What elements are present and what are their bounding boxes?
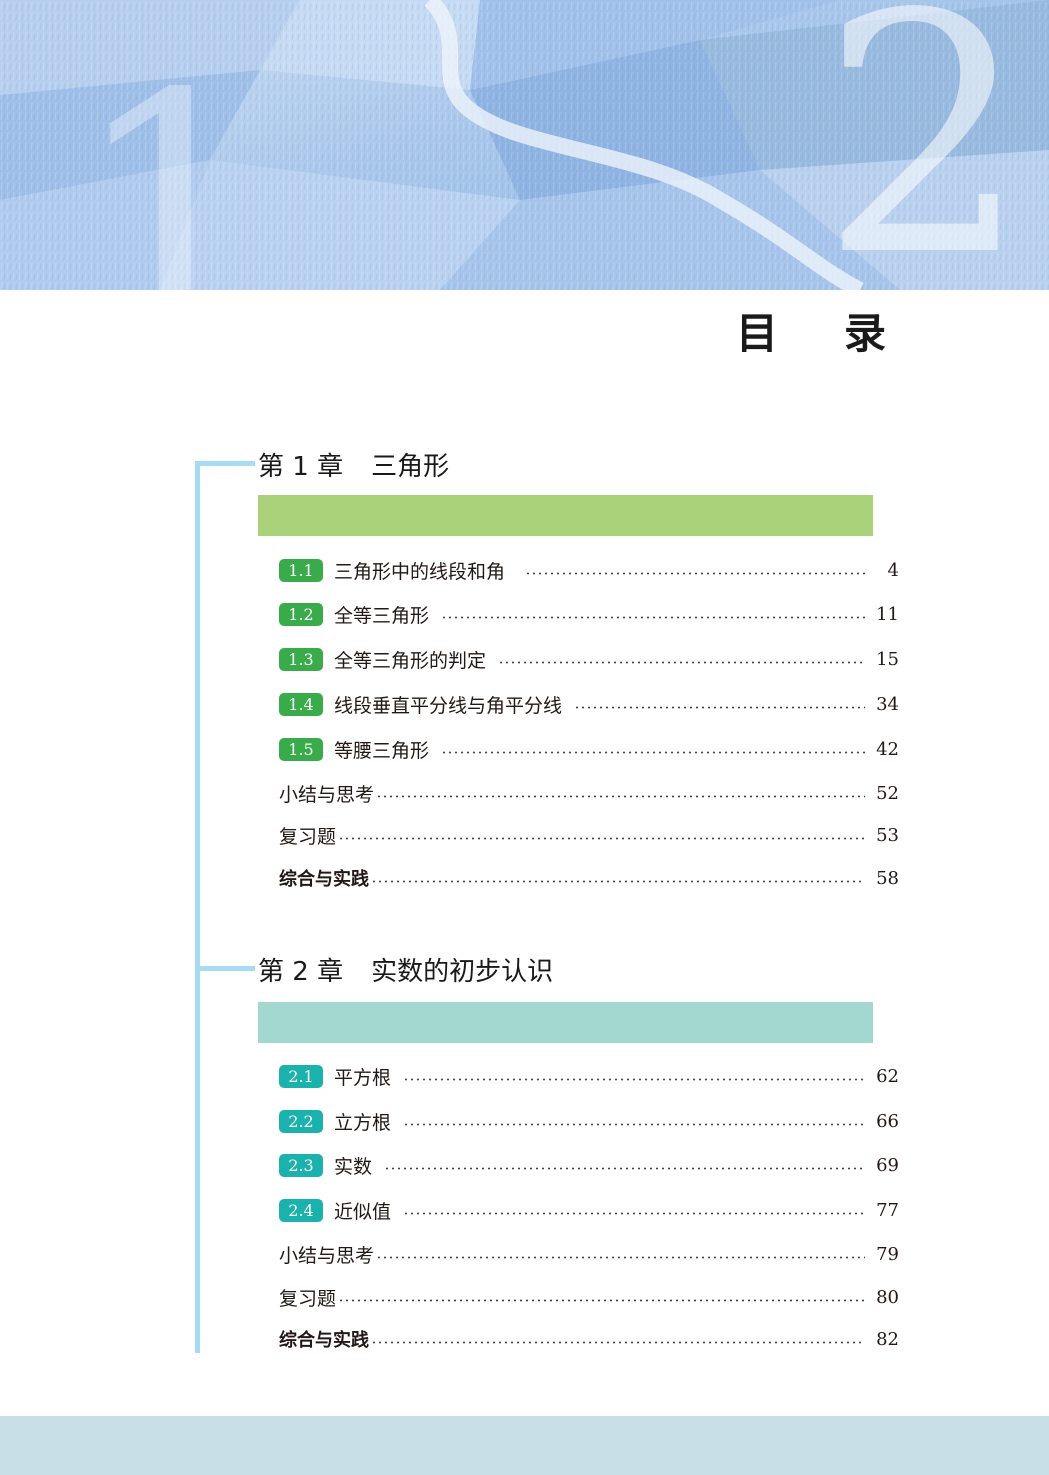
dot-leader <box>441 750 865 754</box>
chapter-1-heading[interactable]: 第 1 章三角形 <box>258 446 449 483</box>
toc-entry-2-2[interactable]: 2.2 立方根 66 <box>279 1108 899 1134</box>
dot-leader <box>338 836 865 840</box>
toc-entry-summary-2[interactable]: 小结与思考 79 <box>279 1241 899 1267</box>
chapter-2-number: 第 2 章 <box>258 957 344 987</box>
chapter-1-number: 第 1 章 <box>258 452 344 482</box>
toc-entry-1-5[interactable]: 1.5 等腰三角形 42 <box>279 736 899 762</box>
dot-leader <box>376 794 865 798</box>
dot-leader <box>574 705 865 709</box>
toc-entry-2-1[interactable]: 2.1 平方根 62 <box>279 1063 899 1089</box>
entry-title: 小结与思考 <box>279 1244 375 1267</box>
toc-entry-1-2[interactable]: 1.2 全等三角形 11 <box>279 601 899 627</box>
page-number: 4 <box>887 559 899 581</box>
dot-leader <box>376 1255 865 1259</box>
page-number: 42 <box>876 738 899 760</box>
section-badge: 1.2 <box>279 602 323 626</box>
dot-leader <box>338 1298 865 1302</box>
dot-leader <box>403 1122 865 1126</box>
dot-leader <box>441 615 865 619</box>
section-title: 等腰三角形 <box>334 739 430 762</box>
section-badge: 2.1 <box>279 1064 323 1088</box>
section-title: 实数 <box>334 1155 373 1178</box>
page-title: 目录 <box>736 300 886 361</box>
section-title: 全等三角形 <box>334 604 430 627</box>
title-char-1: 目 <box>736 309 779 358</box>
section-title: 线段垂直平分线与角平分线 <box>334 694 563 717</box>
page-number: 77 <box>876 1199 899 1221</box>
entry-title: 复习题 <box>279 825 337 848</box>
dot-leader <box>403 1077 865 1081</box>
page-number: 82 <box>876 1328 899 1350</box>
toc-entry-1-4[interactable]: 1.4 线段垂直平分线与角平分线 34 <box>279 691 899 717</box>
page-number: 53 <box>876 824 899 846</box>
entry-title: 小结与思考 <box>279 783 375 806</box>
svg-text:1: 1 <box>70 24 280 290</box>
dot-leader <box>498 660 865 664</box>
toc-entry-1-1[interactable]: 1.1 三角形中的线段和角 4 <box>279 557 899 583</box>
section-badge: 1.3 <box>279 647 323 671</box>
toc-entry-practice-1[interactable]: 综合与实践 58 <box>279 865 899 891</box>
page-number: 69 <box>876 1154 899 1176</box>
page-number: 62 <box>876 1065 899 1087</box>
timeline-vertical-line <box>195 461 200 1353</box>
grass-numbers-illustration: 1 2 <box>0 0 1049 290</box>
chapter-2-color-bar <box>258 1002 873 1043</box>
chapter-2-heading[interactable]: 第 2 章实数的初步认识 <box>258 951 553 988</box>
page-number: 34 <box>876 693 899 715</box>
page-number: 11 <box>876 603 899 625</box>
section-badge: 2.3 <box>279 1153 323 1177</box>
dot-leader <box>384 1166 865 1170</box>
toc-entry-1-3[interactable]: 1.3 全等三角形的判定 15 <box>279 646 899 672</box>
page-number: 79 <box>876 1243 899 1265</box>
toc-entry-2-3[interactable]: 2.3 实数 69 <box>279 1152 899 1178</box>
dot-leader <box>403 1211 865 1215</box>
toc-entry-practice-2[interactable]: 综合与实践 82 <box>279 1326 899 1352</box>
section-badge: 2.2 <box>279 1109 323 1133</box>
page-number: 15 <box>876 648 899 670</box>
section-badge: 1.5 <box>279 737 323 761</box>
section-title: 三角形中的线段和角 <box>334 560 506 583</box>
section-title: 全等三角形的判定 <box>334 649 487 672</box>
page-number: 66 <box>876 1110 899 1132</box>
section-title: 近似值 <box>334 1200 392 1223</box>
toc-entry-2-4[interactable]: 2.4 近似值 77 <box>279 1197 899 1223</box>
section-badge: 1.4 <box>279 692 323 716</box>
chapter-1-color-bar <box>258 495 873 536</box>
chapter-1-name: 三角形 <box>371 452 450 482</box>
section-title: 平方根 <box>334 1066 392 1089</box>
header-banner-image: 1 2 <box>0 0 1049 290</box>
toc-entry-review-1[interactable]: 复习题 53 <box>279 822 899 848</box>
timeline-connector-chapter-1 <box>195 461 255 466</box>
dot-leader <box>525 571 865 575</box>
chapter-2-name: 实数的初步认识 <box>371 957 554 987</box>
page-number: 58 <box>876 867 899 889</box>
entry-title: 综合与实践 <box>279 869 369 890</box>
dot-leader <box>371 1340 865 1344</box>
toc-entry-summary-1[interactable]: 小结与思考 52 <box>279 780 899 806</box>
section-title: 立方根 <box>334 1111 392 1134</box>
page-number: 52 <box>876 782 899 804</box>
footer-band <box>0 1416 1049 1475</box>
svg-text:2: 2 <box>820 0 1030 290</box>
toc-entry-review-2[interactable]: 复习题 80 <box>279 1284 899 1310</box>
section-badge: 1.1 <box>279 558 323 582</box>
entry-title: 综合与实践 <box>279 1330 369 1351</box>
entry-title: 复习题 <box>279 1287 337 1310</box>
title-char-2: 录 <box>844 309 887 358</box>
timeline-connector-chapter-2 <box>195 966 255 971</box>
section-badge: 2.4 <box>279 1198 323 1222</box>
dot-leader <box>371 879 865 883</box>
page-number: 80 <box>876 1286 899 1308</box>
